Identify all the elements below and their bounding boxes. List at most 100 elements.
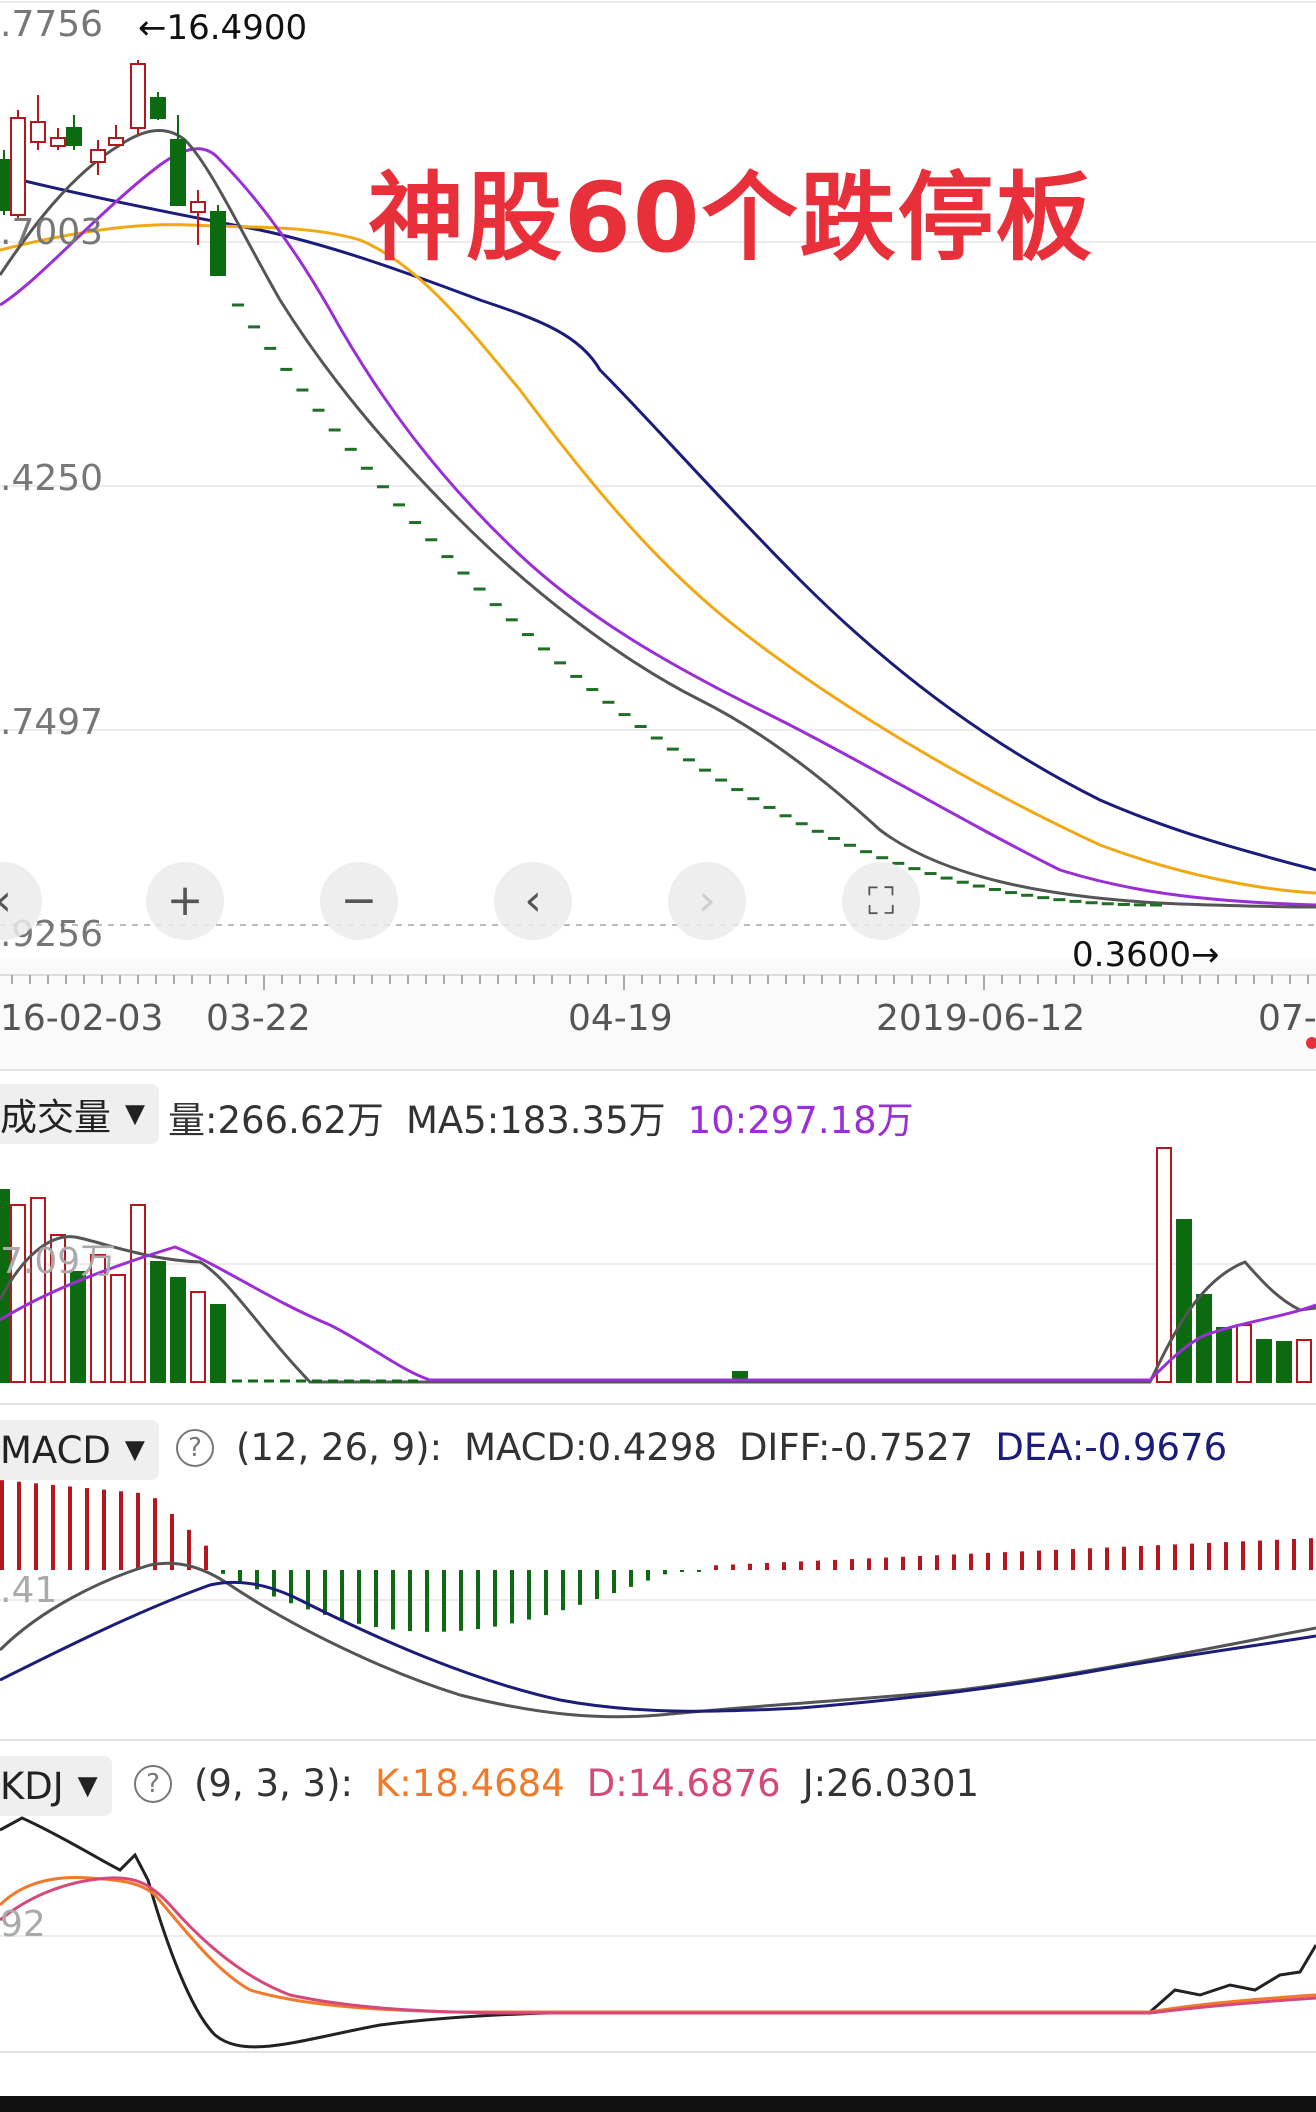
macd-bar xyxy=(1258,1540,1262,1570)
macd-histogram xyxy=(0,1480,1313,1632)
volume-value: 量:266.62万 xyxy=(168,1099,384,1142)
volume-bar xyxy=(170,1277,186,1383)
macd-bar xyxy=(1241,1541,1245,1570)
help-icon[interactable]: ? xyxy=(134,1764,172,1803)
macd-axis-label: .41 xyxy=(0,1570,58,1611)
macd-bar xyxy=(289,1570,293,1604)
fullscreen-icon: ⛶ xyxy=(867,879,895,923)
macd-bar xyxy=(272,1570,276,1597)
volume-bar xyxy=(1216,1327,1232,1383)
volume-info-row: 量:266.62万 MA5:183.35万 10:297.18万 xyxy=(168,1090,936,1144)
macd-bar xyxy=(17,1481,21,1570)
minus-icon: − xyxy=(340,875,378,926)
kdj-params: (9, 3, 3): xyxy=(194,1762,354,1805)
ma-navy-line xyxy=(0,173,1316,872)
macd-bar xyxy=(1173,1544,1177,1570)
macd-bar xyxy=(68,1486,72,1570)
candle-body xyxy=(66,127,82,146)
macd-bar xyxy=(153,1498,157,1570)
candle-body xyxy=(10,117,26,216)
macd-bar xyxy=(918,1556,922,1570)
candle-body xyxy=(0,159,12,211)
macd-bar xyxy=(799,1561,803,1570)
macd-bar xyxy=(34,1483,38,1570)
price-axis-label-2: .7003 xyxy=(0,212,104,253)
candle-body xyxy=(210,211,226,276)
bottom-system-bar xyxy=(0,2096,1316,2112)
date-label-3: 04-19 xyxy=(568,998,673,1039)
macd-bar xyxy=(442,1570,446,1632)
macd-indicator-dropdown[interactable]: MACD ▼ xyxy=(0,1420,159,1480)
kdj-j-value: J:26.0301 xyxy=(802,1762,980,1805)
overlay-title: 神股60个跌停板 xyxy=(368,162,1094,274)
macd-bar xyxy=(1020,1551,1024,1570)
help-icon[interactable]: ? xyxy=(176,1428,214,1467)
macd-bar xyxy=(969,1553,973,1570)
candle-body xyxy=(50,137,66,147)
caret-down-icon: ▼ xyxy=(125,1099,145,1129)
macd-bar xyxy=(204,1545,208,1570)
macd-bar xyxy=(340,1570,344,1620)
price-axis-label-top: .7756 xyxy=(0,4,104,45)
zoom-in-button[interactable]: + xyxy=(146,862,224,940)
kdj-d-value: D:14.6876 xyxy=(586,1762,781,1805)
macd-bar xyxy=(595,1570,599,1600)
macd-value: MACD:0.4298 xyxy=(464,1426,717,1469)
step-forward-button[interactable]: › xyxy=(668,862,746,940)
macd-bar xyxy=(1275,1539,1279,1570)
volume-bar xyxy=(150,1261,166,1383)
macd-bar xyxy=(102,1489,106,1570)
ma-orange-line xyxy=(0,223,1316,895)
low-price-marker: 0.3600→ xyxy=(1072,935,1220,975)
macd-bar xyxy=(170,1514,174,1570)
macd-bar xyxy=(782,1562,786,1570)
macd-bar xyxy=(1190,1543,1194,1570)
kdj-indicator-dropdown[interactable]: KDJ ▼ xyxy=(0,1756,112,1816)
volume-bar xyxy=(70,1271,86,1383)
macd-dropdown-label: MACD xyxy=(0,1428,111,1472)
macd-dea-line xyxy=(0,1580,1316,1713)
macd-bar xyxy=(0,1480,4,1570)
macd-bar xyxy=(527,1570,531,1620)
macd-bar xyxy=(544,1570,548,1616)
macd-bar xyxy=(374,1570,378,1628)
volume-bar xyxy=(1296,1339,1312,1383)
fullscreen-button[interactable]: ⛶ xyxy=(842,862,920,940)
macd-bar xyxy=(357,1570,361,1624)
chevron-left-icon: ‹ xyxy=(524,875,542,926)
high-price-marker: ←16.4900 xyxy=(138,8,308,48)
candle-body xyxy=(130,63,146,129)
volume-bar xyxy=(30,1197,46,1383)
macd-bar xyxy=(493,1570,497,1627)
kdj-axis-label: 92 xyxy=(0,1904,46,1945)
macd-bar xyxy=(1207,1542,1211,1570)
zoom-out-button[interactable]: − xyxy=(320,862,398,940)
macd-dea-value: DEA:-0.9676 xyxy=(995,1426,1228,1469)
step-back-button[interactable]: ‹ xyxy=(494,862,572,940)
date-label-4: 2019-06-12 xyxy=(876,998,1086,1039)
macd-bar xyxy=(833,1559,837,1570)
macd-bar xyxy=(323,1570,327,1615)
volume-axis-label: 7.09万 xyxy=(0,1241,117,1282)
macd-bar xyxy=(119,1491,123,1570)
macd-bar xyxy=(1071,1549,1075,1570)
main-grid xyxy=(0,1,1316,731)
limit-down-dashes xyxy=(232,303,1162,907)
macd-bar xyxy=(1156,1545,1160,1570)
volume-bar xyxy=(130,1204,146,1383)
candle-body xyxy=(30,121,46,143)
macd-bar xyxy=(850,1559,854,1570)
volume-indicator-dropdown[interactable]: 成交量 ▼ xyxy=(0,1084,159,1144)
macd-bar xyxy=(867,1558,871,1570)
macd-bar xyxy=(901,1556,905,1570)
macd-bar xyxy=(1105,1547,1109,1570)
kdj-k-line xyxy=(0,1876,1316,2014)
macd-bar xyxy=(765,1562,769,1570)
macd-bar xyxy=(629,1570,633,1587)
macd-bar xyxy=(408,1570,412,1632)
volume-bar xyxy=(210,1304,226,1383)
macd-diff-value: DIFF:-0.7527 xyxy=(738,1426,974,1469)
macd-bar xyxy=(1037,1550,1041,1570)
candle-body xyxy=(190,201,206,213)
date-label-1: 16-02-03 xyxy=(0,998,164,1039)
